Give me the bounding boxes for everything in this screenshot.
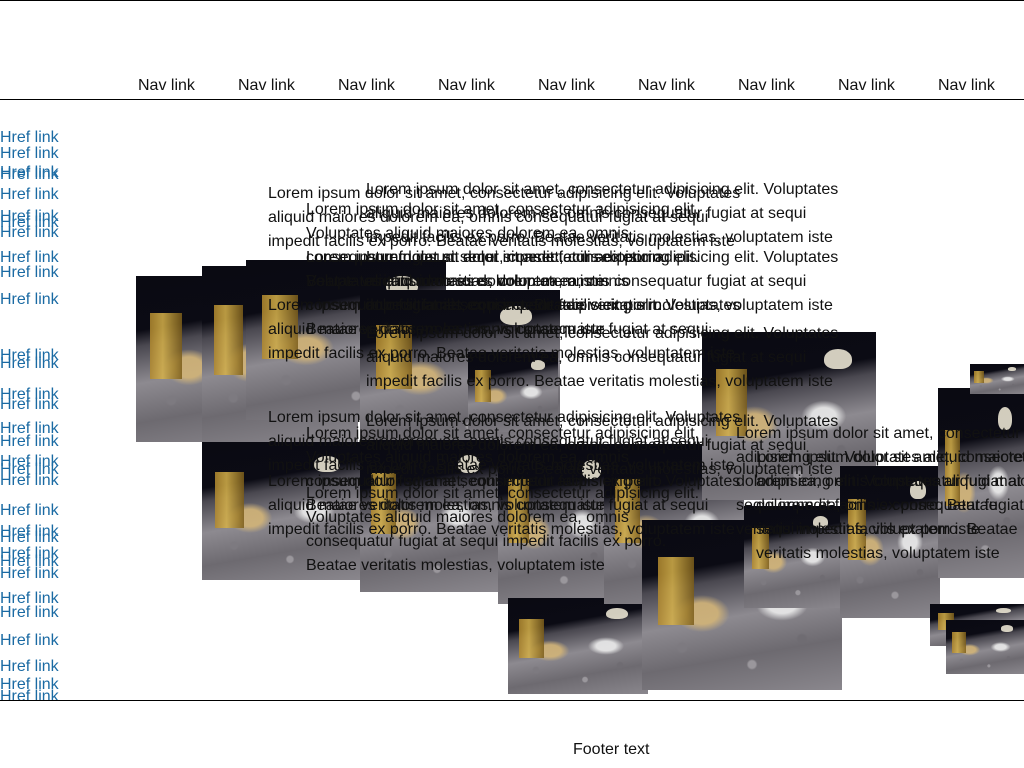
sidebar-link[interactable]: Href link [0, 166, 59, 184]
sidebar-link[interactable]: Href link [0, 291, 59, 309]
sidebar-link[interactable]: Href link [0, 472, 59, 490]
nav-link-8[interactable]: Nav link [838, 77, 895, 95]
nav-link-5[interactable]: Nav link [538, 77, 595, 95]
lorem-paragraph: Lorem ipsum dolor sit amet, consectetur … [306, 485, 700, 574]
sidebar-link[interactable]: Href link [0, 565, 59, 583]
sidebar-link[interactable]: Href link [0, 433, 59, 451]
lorem-paragraph: Lorem ipsum dolor sit amet, consectetur … [366, 325, 839, 390]
nav-link-9[interactable]: Nav link [938, 77, 995, 95]
lunar-rover-photo [508, 598, 648, 694]
sidebar-link[interactable]: Href link [0, 604, 59, 622]
sidebar-link[interactable]: Href link [0, 632, 59, 650]
sidebar-link[interactable]: Href link [0, 145, 59, 163]
sidebar-link[interactable]: Href link [0, 396, 59, 414]
nav-link-7[interactable]: Nav link [738, 77, 795, 95]
sidebar-link[interactable]: Href link [0, 264, 59, 282]
sidebar-link[interactable]: Href link [0, 186, 59, 204]
footer-text: Footer text [573, 741, 650, 758]
nav-link-3[interactable]: Nav link [338, 77, 395, 95]
footer: Footer text [0, 700, 1024, 768]
nav-link-2[interactable]: Nav link [238, 77, 295, 95]
sidebar-link[interactable]: Href link [0, 658, 59, 676]
page: Nav link Nav link Nav link Nav link Nav … [0, 0, 1024, 768]
header: Nav link Nav link Nav link Nav link Nav … [0, 0, 1024, 100]
lunar-rover-photo [970, 364, 1024, 394]
nav-link-6[interactable]: Nav link [638, 77, 695, 95]
sidebar-link[interactable]: Href link [0, 224, 59, 242]
sidebar-link[interactable]: Href link [0, 502, 59, 520]
lorem-paragraph: Lorem ipsum dolor sit amet, consectetur … [756, 449, 1024, 562]
nav-link-1[interactable]: Nav link [138, 77, 195, 95]
lunar-rover-photo [946, 620, 1024, 674]
nav-link-4[interactable]: Nav link [438, 77, 495, 95]
sidebar-link[interactable]: Href link [0, 355, 59, 373]
